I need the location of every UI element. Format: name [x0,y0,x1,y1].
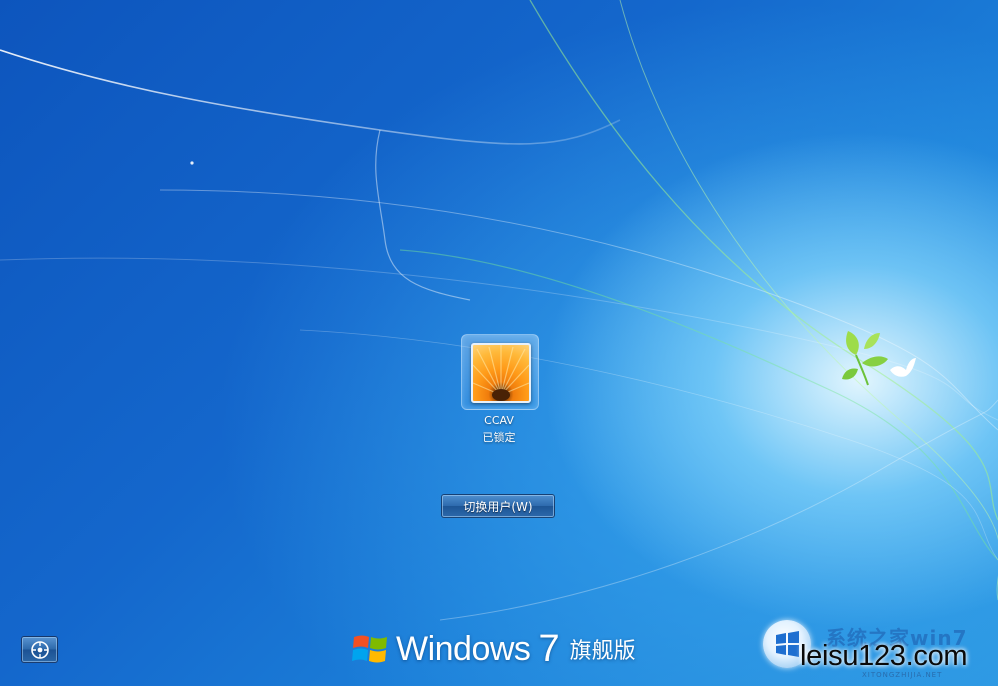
user-status: 已锁定 [482,431,516,444]
watermark-text: leisu123.com [800,640,968,672]
windows-branding: Windows 7 旗舰版 [350,628,636,670]
user-name: CCAV [484,414,514,427]
brand-edition: 旗舰版 [569,639,636,664]
brand-version: 7 [538,627,560,670]
brand-name: Windows [396,629,531,668]
user-avatar [471,343,531,403]
ease-of-access-button[interactable] [21,636,58,663]
windows-flag-icon [352,635,387,663]
switch-user-button[interactable]: 切换用户(W) [441,494,555,518]
dove-icon [890,358,916,377]
ease-of-access-icon [30,640,49,659]
user-tile[interactable] [461,334,539,410]
watermark-subtitle: XITONGZHIJIA.NET [862,671,943,679]
flower-icon [473,345,529,401]
